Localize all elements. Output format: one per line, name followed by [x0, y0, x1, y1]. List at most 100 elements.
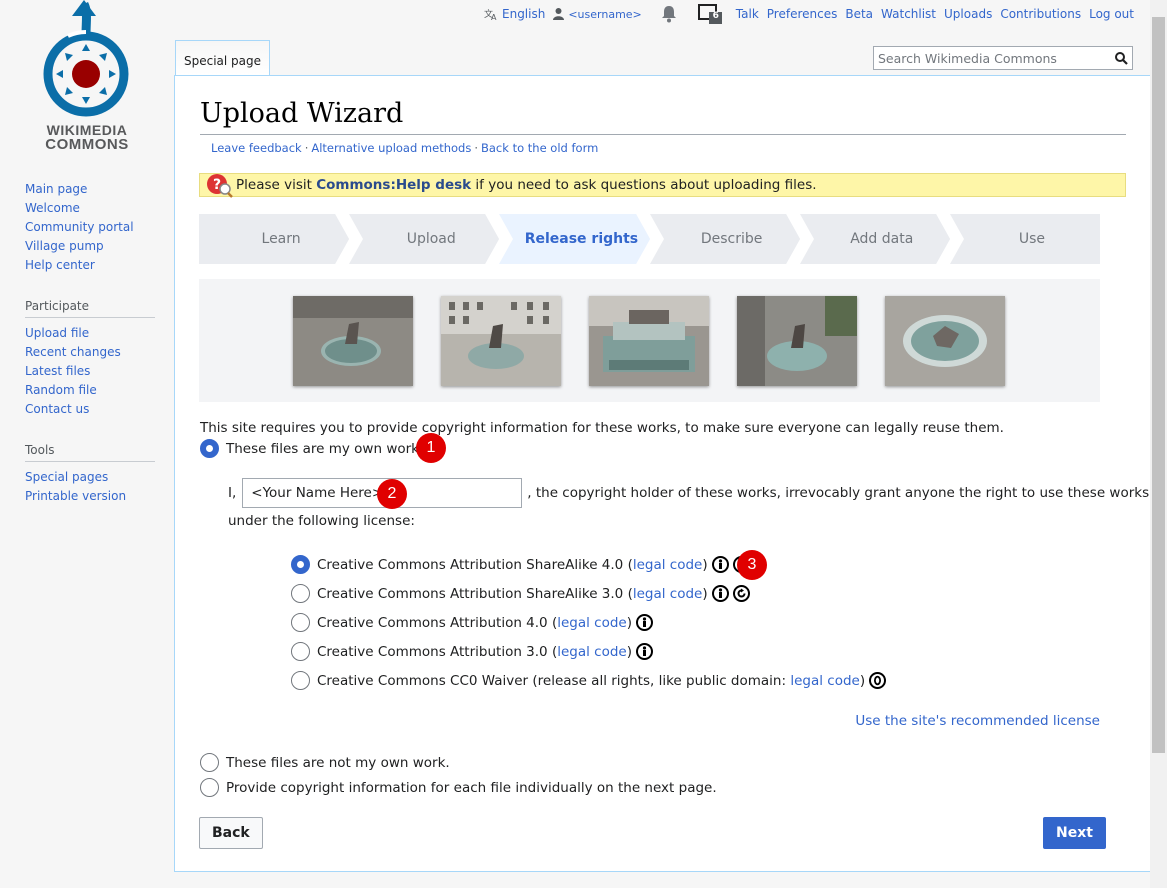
step-chevron-icon — [635, 214, 664, 264]
cc-by-icon — [711, 585, 729, 602]
sidebar: Main page Welcome Community portal Villa… — [25, 180, 155, 520]
username-label: <username> — [568, 7, 642, 21]
back-button[interactable]: Back — [199, 817, 263, 849]
sidebar-item-welcome[interactable]: Welcome — [25, 199, 155, 218]
sidebar-item-village-pump[interactable]: Village pump — [25, 237, 155, 256]
license-option-cc-by-sa-4[interactable]: Creative Commons Attribution ShareAlike … — [291, 555, 750, 574]
step-use: Use — [949, 214, 1101, 264]
sidebar-navigation: Main page Welcome Community portal Villa… — [25, 180, 155, 275]
step-release-rights: Release rights — [499, 214, 664, 264]
sidebar-item-printable-version[interactable]: Printable version — [25, 487, 155, 506]
contributions-link[interactable]: Contributions — [1000, 7, 1081, 21]
notifications-alert-button[interactable] — [660, 5, 678, 23]
alternative-upload-methods-link[interactable]: Alternative upload methods — [311, 141, 471, 155]
step-add-data: Add data — [799, 214, 964, 264]
sidebar-item-upload-file[interactable]: Upload file — [25, 324, 155, 343]
recommended-license-link[interactable]: Use the site's recommended license — [855, 713, 1100, 729]
grant-statement: I, , the copyright holder of these works… — [228, 478, 1149, 508]
license-radio-cc-by-sa-3[interactable] — [291, 584, 310, 603]
sidebar-item-random-file[interactable]: Random file — [25, 381, 155, 400]
sidebar-item-latest-files[interactable]: Latest files — [25, 362, 155, 381]
cc-by-icon — [636, 614, 653, 631]
commons-logo-icon — [43, 0, 129, 117]
upload-thumbnail-5[interactable] — [885, 295, 1005, 386]
back-to-old-form-link[interactable]: Back to the old form — [481, 141, 598, 155]
legal-code-link-cc-by-sa-3[interactable]: legal code — [633, 586, 703, 602]
language-selector[interactable]: 文 A English — [484, 7, 545, 21]
license-option-cc0[interactable]: Creative Commons CC0 Waiver (release all… — [291, 671, 887, 690]
not-own-work-option[interactable]: These files are not my own work. — [200, 753, 450, 772]
main-content: Upload Wizard Leave feedback · Alternative… — [174, 75, 1150, 872]
preferences-link[interactable]: Preferences — [767, 7, 838, 21]
legal-code-link-cc0[interactable]: legal code — [790, 673, 860, 689]
sidebar-item-main-page[interactable]: Main page — [25, 180, 155, 199]
personal-tools: 文 A English <username> 6 Talk Preference… — [484, 4, 1134, 24]
license-option-cc-by-3[interactable]: Creative Commons Attribution 3.0 (legal … — [291, 642, 653, 661]
cc-sa-icon — [732, 585, 750, 602]
sidebar-item-recent-changes[interactable]: Recent changes — [25, 343, 155, 362]
step-chevron-icon — [935, 214, 964, 264]
cc-by-icon — [636, 643, 653, 660]
cc-by-icon — [711, 556, 729, 573]
individual-copyright-option[interactable]: Provide copyright information for each f… — [200, 778, 717, 797]
license-radio-cc0[interactable] — [291, 671, 310, 690]
notifications-notice-button[interactable]: 6 — [697, 4, 722, 24]
beta-link[interactable]: Beta — [845, 7, 873, 21]
upload-thumbnail-2[interactable] — [441, 295, 561, 386]
not-own-work-radio[interactable] — [200, 753, 219, 772]
logout-link[interactable]: Log out — [1089, 7, 1134, 21]
grant-statement-continued: under the following license: — [228, 513, 415, 529]
license-radio-cc-by-3[interactable] — [291, 642, 310, 661]
sidebar-item-special-pages[interactable]: Special pages — [25, 468, 155, 487]
license-radio-cc-by-sa-4[interactable] — [291, 555, 310, 574]
tab-special-page[interactable]: Special page — [175, 40, 271, 75]
upload-thumbnail-3[interactable] — [589, 295, 709, 386]
next-button[interactable]: Next — [1043, 817, 1106, 849]
step-describe: Describe — [649, 214, 814, 264]
sidebar-tools: Tools Special pages Printable version — [25, 443, 155, 506]
page-scrollbar[interactable] — [1150, 0, 1167, 888]
sidebar-participate: Participate Upload file Recent changes L… — [25, 299, 155, 419]
notice-text-before: Please visit — [236, 177, 317, 193]
leave-feedback-link[interactable]: Leave feedback — [211, 141, 302, 155]
legal-code-link-cc-by-4[interactable]: legal code — [557, 615, 627, 631]
sidebar-item-help-center[interactable]: Help center — [25, 256, 155, 275]
uploads-link[interactable]: Uploads — [944, 7, 992, 21]
upload-subnav: Leave feedback · Alternative upload method… — [211, 141, 599, 155]
user-page-link[interactable]: <username> — [553, 7, 642, 21]
step-learn: Learn — [199, 214, 364, 264]
talk-link[interactable]: Talk — [736, 7, 759, 21]
search-button[interactable] — [1110, 47, 1132, 69]
help-question-icon: ? — [206, 173, 236, 198]
search-input[interactable] — [874, 47, 1110, 69]
own-work-radio[interactable] — [200, 439, 219, 458]
step-upload: Upload — [349, 214, 514, 264]
user-icon — [553, 8, 565, 20]
watchlist-link[interactable]: Watchlist — [881, 7, 936, 21]
sidebar-item-contact-us[interactable]: Contact us — [25, 400, 155, 419]
license-option-cc-by-sa-3[interactable]: Creative Commons Attribution ShareAlike … — [291, 584, 750, 603]
wikimedia-commons-logo[interactable]: WIKIMEDIA COMMONS — [28, 0, 148, 160]
sidebar-heading-participate: Participate — [25, 299, 155, 318]
bell-icon — [661, 6, 676, 23]
sidebar-item-community-portal[interactable]: Community portal — [25, 218, 155, 237]
notice-text-after: if you need to ask questions about uploa… — [471, 177, 817, 193]
search-box — [873, 46, 1133, 70]
individual-copyright-label: Provide copyright information for each f… — [226, 779, 717, 796]
upload-thumbnail-4[interactable] — [737, 295, 857, 386]
own-work-option[interactable]: These files are my own work. — [200, 439, 423, 458]
legal-code-link-cc-by-3[interactable]: legal code — [557, 644, 627, 660]
language-icon: 文 A — [484, 8, 497, 21]
individual-copyright-radio[interactable] — [200, 778, 219, 797]
upload-thumbnails — [199, 279, 1100, 402]
notice-count-badge: 6 — [712, 11, 719, 21]
license-radio-cc-by-4[interactable] — [291, 613, 310, 632]
license-option-cc-by-4[interactable]: Creative Commons Attribution 4.0 (legal … — [291, 613, 653, 632]
legal-code-link-cc-by-sa-4[interactable]: legal code — [633, 557, 703, 573]
sidebar-heading-tools: Tools — [25, 443, 155, 462]
upload-thumbnail-1[interactable] — [293, 295, 413, 386]
svg-text:A: A — [491, 13, 497, 21]
help-desk-notice: ? Please visit Commons:Help desk if you … — [199, 173, 1126, 198]
scrollbar-thumb[interactable] — [1152, 17, 1165, 753]
help-desk-link[interactable]: Commons:Help desk — [316, 177, 471, 193]
